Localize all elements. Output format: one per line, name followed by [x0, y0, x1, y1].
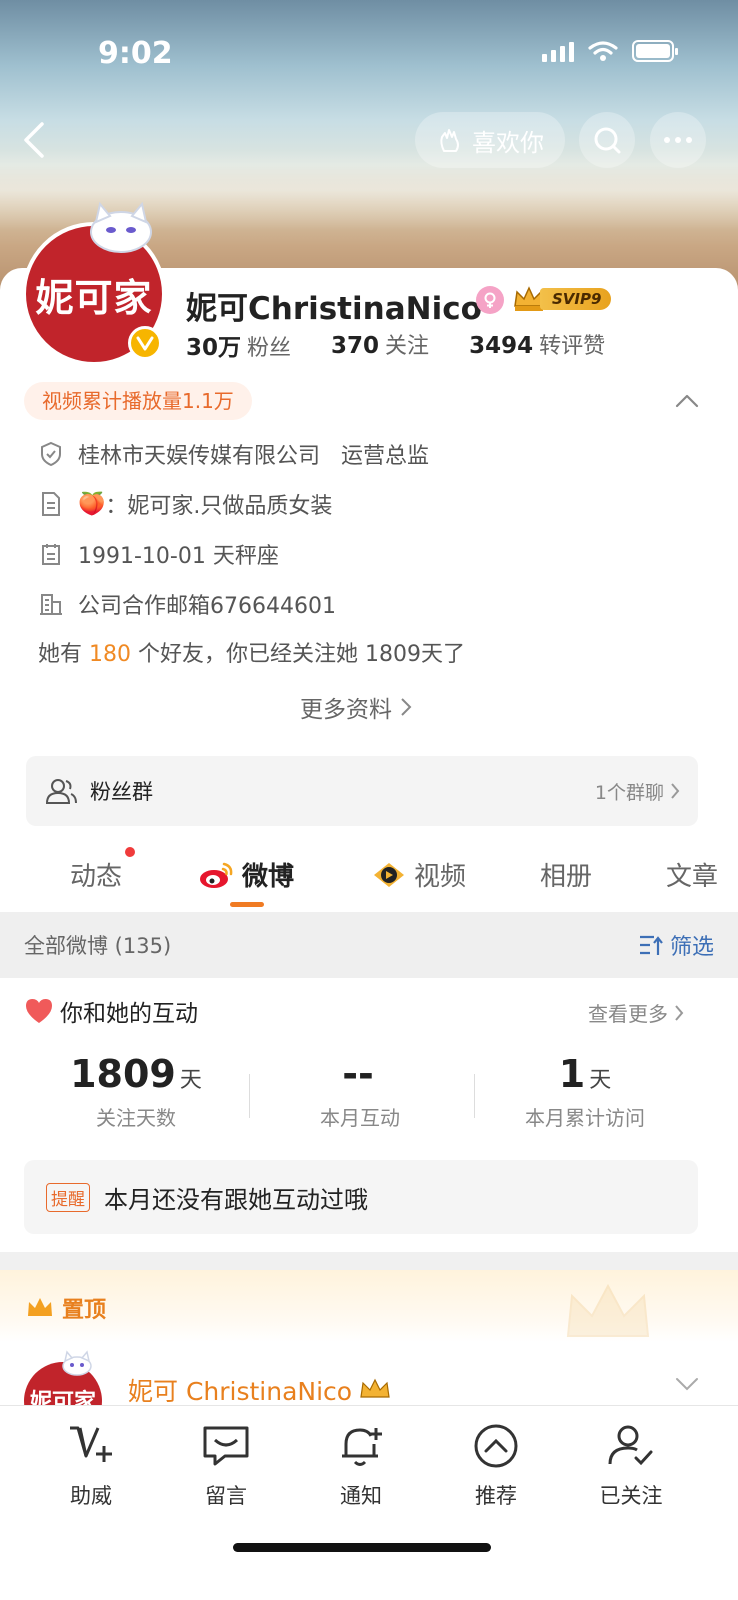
more-info-link[interactable]: 更多资料 [300, 690, 412, 724]
chevron-right-icon [671, 783, 680, 799]
metric-month-interaction: -- 本月互动 [320, 1052, 400, 1130]
ellipsis-icon [664, 137, 692, 143]
building-icon [38, 591, 64, 617]
message-button[interactable]: 留言 [176, 1422, 276, 1510]
active-tab-indicator [230, 902, 264, 907]
svip-crown-icon [360, 1378, 390, 1398]
chevron-right-icon [401, 698, 412, 716]
stat-following[interactable]: 370 关注 [331, 328, 429, 362]
chevron-right-icon [675, 1004, 684, 1021]
weibo-logo-icon [200, 862, 233, 888]
info-birthday: 1991-10-01 天秤座 [38, 538, 279, 570]
metric-follow-days: 1809 天 关注天数 [70, 1052, 202, 1130]
fan-group-count: 1个群聊 [595, 778, 680, 805]
see-more-link[interactable]: 查看更多 [588, 998, 684, 1027]
friends-count[interactable]: 180 [89, 642, 131, 667]
notification-dot-icon [125, 847, 135, 857]
info-company: 桂林市天娱传媒有限公司 运营总监 [38, 438, 429, 470]
interaction-title: 你和她的互动 [24, 994, 198, 1028]
back-button[interactable] [18, 118, 52, 162]
group-users-icon [45, 779, 77, 804]
pinned-header: 置顶 [0, 1270, 738, 1342]
fan-group-label: 粉丝群 [90, 780, 153, 804]
info-bio: 🍑 ：妮可家.只做品质女装 [38, 488, 332, 520]
calendar-icon [38, 541, 64, 567]
video-plays-badge[interactable]: 视频累计播放量1.1万 [24, 382, 252, 420]
profile-tabs: 动态 微博 视频 相册 文章 [0, 846, 738, 908]
friends-summary: 她有 180 个好友，你已经关注她 1809天了 [38, 642, 465, 667]
status-time: 9:02 [98, 36, 173, 71]
video-play-icon [374, 862, 404, 887]
pinned-label: 置顶 [62, 1298, 107, 1323]
signal-icon [542, 40, 574, 62]
filter-button[interactable]: 筛选 [638, 929, 714, 961]
bell-icon [342, 1428, 382, 1466]
bottom-action-bar: 助威 留言 通知 推荐 已关注 [0, 1405, 738, 1600]
reminder-tag: 提醒 [46, 1182, 90, 1212]
home-indicator[interactable] [233, 1543, 491, 1552]
post-author-name[interactable]: 妮可 ChristinaNico [128, 1372, 392, 1408]
cat-avatar-decoration-icon [90, 201, 152, 253]
female-gender-icon [476, 286, 504, 314]
profile-stats: 30万 粉丝 370 关注 3494 转评赞 [186, 328, 605, 362]
cheer-button[interactable]: 助威 [41, 1422, 141, 1510]
like-you-button[interactable]: 喜欢你 [415, 112, 565, 168]
followed-button[interactable]: 已关注 [581, 1422, 681, 1510]
tab-weibo[interactable]: 微博 [198, 856, 294, 893]
recommend-button[interactable]: 推荐 [446, 1422, 546, 1510]
crown-watermark-icon [566, 1283, 650, 1337]
avatar-text: 妮可家 [35, 274, 153, 320]
interaction-reminder: 提醒 本月还没有跟她互动过哦 [24, 1160, 698, 1234]
wifi-icon [588, 40, 618, 62]
back-arrow-icon [24, 122, 44, 158]
notify-button[interactable]: 通知 [311, 1422, 411, 1510]
message-icon [203, 1426, 249, 1466]
all-posts-count: 全部微博 (135) [24, 934, 172, 958]
metric-month-visits: 1天 本月累计访问 [525, 1052, 645, 1130]
shield-icon [38, 441, 64, 467]
battery-icon [632, 40, 678, 62]
post-options-chevron-icon[interactable] [674, 1374, 700, 1394]
tab-album[interactable]: 相册 [540, 856, 592, 893]
like-you-label: 喜欢你 [472, 128, 544, 157]
svip-label: SVIP9 [540, 288, 612, 310]
filter-icon [639, 935, 663, 955]
heart-icon [26, 999, 52, 1023]
pinned-crown-icon [28, 1298, 52, 1316]
info-email: 公司合作邮箱676644601 [38, 588, 336, 620]
verified-badge-icon [128, 326, 162, 360]
collapse-chevron-icon[interactable] [674, 390, 700, 412]
search-button[interactable] [579, 112, 635, 168]
fan-group-row[interactable]: 粉丝群 1个群聊 [26, 756, 698, 826]
tab-feed[interactable]: 动态 [70, 856, 122, 893]
status-icons [542, 40, 678, 62]
more-options-button[interactable] [650, 112, 706, 168]
peach-emoji: 🍑 [78, 491, 106, 517]
stat-reposts-comments-likes[interactable]: 3494 转评赞 [469, 328, 605, 362]
profile-name: 妮可ChristinaNico [186, 291, 482, 327]
tab-articles[interactable]: 文章 [666, 856, 718, 893]
reminder-text: 本月还没有跟她互动过哦 [104, 1185, 368, 1214]
cat-decoration-icon [62, 1350, 92, 1376]
post-filter-bar: 全部微博 (135) 筛选 [0, 912, 738, 978]
cheer-v-icon [70, 1426, 112, 1462]
stat-followers[interactable]: 30万 粉丝 [186, 328, 291, 362]
profile-page: 9:02 喜欢你 妮可家 妮可ChristinaNico SVIP9 30万 粉… [0, 0, 738, 1600]
search-icon [594, 127, 621, 154]
followed-user-icon [608, 1425, 653, 1466]
svip-badge[interactable]: SVIP9 [512, 284, 612, 314]
document-icon [38, 491, 64, 517]
recommend-icon [474, 1424, 518, 1468]
tab-video[interactable]: 视频 [370, 856, 466, 893]
hand-heart-icon [440, 129, 459, 152]
